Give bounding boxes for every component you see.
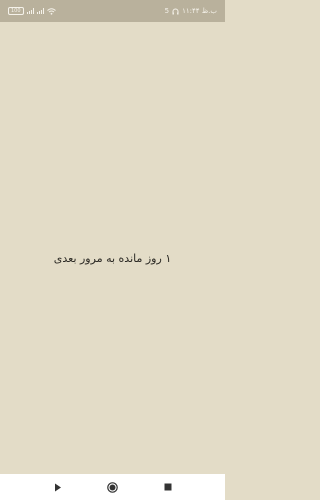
status-time: ۱۱:۴۴ ب.ظ [182,7,217,15]
signal-icon-2 [36,8,44,14]
signal-icon [26,8,34,14]
headset-icon [172,8,179,15]
home-icon [107,481,118,493]
sim-indicator: 5 [164,7,170,15]
recents-button[interactable] [158,477,178,497]
navigation-bar [0,474,225,500]
review-countdown-message: ۱ روز مانده به مرور بعدی [53,251,172,265]
home-button[interactable] [103,477,123,497]
recents-icon [164,483,171,491]
back-icon [54,483,61,491]
wifi-icon [46,7,56,15]
status-right-icons: 5 ۱۱:۴۴ ب.ظ [165,7,217,15]
battery-icon: 100 [8,7,24,15]
status-left-icons: 100 [8,7,56,15]
main-content: ۱ روز مانده به مرور بعدی [0,22,225,474]
back-button[interactable] [48,477,68,497]
status-bar: 100 5 ۱۱:۴۴ ب.ظ [0,0,225,22]
